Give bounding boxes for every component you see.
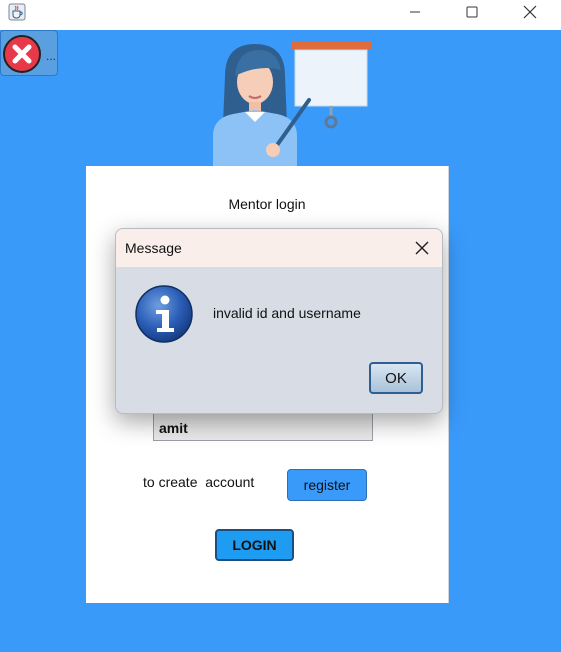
red-x-circle-icon: [3, 35, 41, 73]
minimize-icon: [410, 11, 420, 13]
login-title: Mentor login: [228, 196, 306, 212]
ok-button[interactable]: OK: [369, 362, 423, 394]
login-button[interactable]: LOGIN: [215, 529, 294, 561]
message-dialog: Message invalid id and username OK: [115, 228, 443, 414]
exit-button-label: ...: [46, 49, 57, 63]
dialog-message: invalid id and username: [213, 305, 361, 321]
dialog-header: Message: [116, 229, 442, 267]
close-window-button[interactable]: [510, 0, 550, 24]
java-cup-icon: [8, 3, 26, 21]
window-title-bar: [0, 0, 561, 30]
dialog-close-button[interactable]: [410, 237, 434, 259]
minimize-button[interactable]: [395, 0, 435, 24]
dialog-title: Message: [125, 240, 182, 256]
close-icon: [523, 5, 537, 19]
close-icon: [415, 241, 429, 255]
exit-button[interactable]: ...: [0, 30, 58, 76]
register-button[interactable]: register: [287, 469, 367, 501]
create-account-label: to create account: [143, 474, 255, 490]
maximize-button[interactable]: [452, 0, 492, 24]
username-field[interactable]: amit: [153, 413, 373, 441]
information-icon: [135, 285, 193, 343]
maximize-icon: [466, 6, 478, 18]
mentor-with-whiteboard-illustration: [213, 42, 371, 170]
